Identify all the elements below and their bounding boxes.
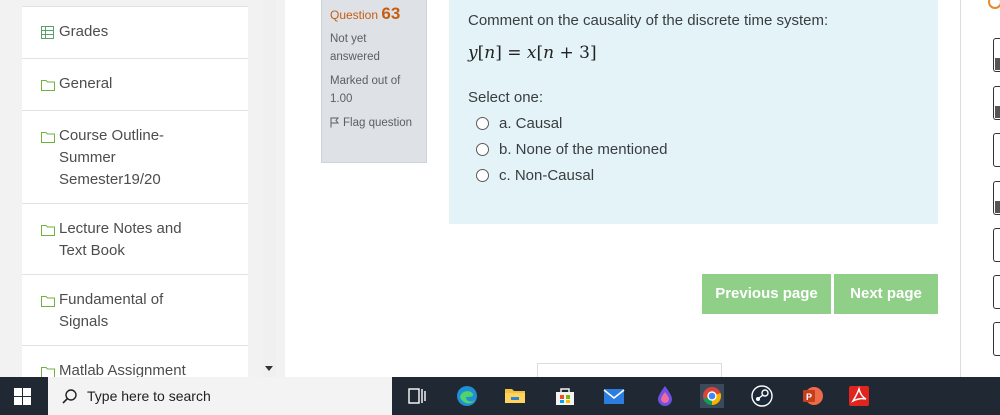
- question-formula: y[n] = x[n + 3]: [468, 43, 597, 63]
- question-text: Comment on the causality of the discrete…: [468, 12, 829, 29]
- microsoft-store-icon[interactable]: [553, 384, 577, 408]
- folder-icon: [41, 292, 59, 314]
- nav-item-general[interactable]: General: [22, 58, 248, 110]
- radio-button[interactable]: [476, 143, 489, 156]
- question-number: Question 63: [330, 4, 418, 24]
- nav-item-label: Lecture Notes and Text Book: [59, 220, 182, 259]
- mail-icon[interactable]: [602, 384, 626, 408]
- search-placeholder: Type here to search: [87, 388, 211, 404]
- folder-icon: [41, 128, 59, 150]
- nav-item-label: General: [59, 75, 113, 92]
- next-page-button[interactable]: Next page: [834, 274, 938, 314]
- paint-icon[interactable]: [653, 384, 677, 408]
- table-icon: [41, 24, 59, 46]
- taskbar-search-box[interactable]: Type here to search: [48, 377, 392, 415]
- answer-option-label: b. None of the mentioned: [499, 141, 668, 158]
- question-info: Question 63 Not yet answered Marked out …: [321, 0, 427, 163]
- answer-option-label: c. Non-Causal: [499, 167, 595, 184]
- svg-text:P: P: [806, 392, 812, 402]
- scrollbar-thumb[interactable]: [265, 2, 273, 342]
- drawer-scrollbar[interactable]: [262, 0, 276, 377]
- select-one-label: Select one:: [468, 89, 544, 106]
- chrome-browser-icon[interactable]: [700, 384, 724, 408]
- quiz-nav-button[interactable]: [993, 38, 1000, 72]
- file-explorer-icon[interactable]: [503, 384, 527, 408]
- nav-item-fundamental-signals[interactable]: Fundamental of Signals: [22, 274, 248, 345]
- quiz-nav-button[interactable]: [993, 322, 1000, 356]
- quiz-nav-button[interactable]: [993, 181, 1000, 215]
- radio-button[interactable]: [476, 169, 489, 182]
- flag-icon: [330, 117, 339, 128]
- answer-option-b[interactable]: b. None of the mentioned: [476, 141, 919, 158]
- quiz-nav-button[interactable]: [993, 133, 1000, 167]
- radio-button[interactable]: [476, 117, 489, 130]
- nav-item-lecture-notes[interactable]: Lecture Notes and Text Book: [22, 203, 248, 274]
- flag-question-label: Flag question: [343, 117, 413, 129]
- steam-icon[interactable]: [750, 384, 774, 408]
- edge-browser-icon[interactable]: [455, 384, 479, 408]
- quiz-nav-button[interactable]: [993, 228, 1000, 262]
- folder-icon: [41, 76, 59, 98]
- question-number-value: 63: [381, 4, 401, 23]
- answer-option-a[interactable]: a. Causal: [476, 115, 919, 132]
- nav-item-label: Grades: [59, 23, 109, 40]
- refresh-icon[interactable]: [988, 0, 1000, 9]
- flag-question-button[interactable]: Flag question: [330, 114, 418, 132]
- question-grade: Marked out of 1.00: [330, 75, 401, 105]
- search-icon: [62, 388, 77, 404]
- right-panel-divider: [960, 0, 961, 377]
- quiz-nav-button[interactable]: [993, 275, 1000, 309]
- windows-start-icon[interactable]: [14, 388, 31, 405]
- folder-icon: [41, 221, 59, 243]
- nav-item-label: Fundamental of Signals: [59, 291, 164, 330]
- drawer-nav-list: Grades General Course Outline- Summer Se…: [22, 6, 248, 397]
- windows-taskbar: Type here to search P: [0, 377, 1000, 415]
- quiz-nav-button[interactable]: [993, 86, 1000, 120]
- answer-option-label: a. Causal: [499, 115, 563, 132]
- acrobat-reader-icon[interactable]: [847, 384, 871, 408]
- question-prefix: Question: [330, 8, 379, 22]
- question-status: Not yet answered: [330, 33, 380, 63]
- nav-item-course-outline[interactable]: Course Outline- Summer Semester19/20: [22, 110, 248, 203]
- task-view-icon[interactable]: [405, 384, 429, 408]
- course-drawer: Grades General Course Outline- Summer Se…: [0, 0, 285, 397]
- scroll-down-arrow-icon[interactable]: [265, 366, 273, 371]
- question-content: Comment on the causality of the discrete…: [449, 0, 938, 224]
- answer-option-c[interactable]: c. Non-Causal: [476, 167, 919, 184]
- quiz-navigation-box: [537, 363, 722, 377]
- nav-item-grades[interactable]: Grades: [22, 6, 248, 58]
- nav-item-label: Course Outline- Summer Semester19/20: [59, 127, 165, 188]
- powerpoint-icon[interactable]: P: [800, 384, 824, 408]
- previous-page-button[interactable]: Previous page: [702, 274, 831, 314]
